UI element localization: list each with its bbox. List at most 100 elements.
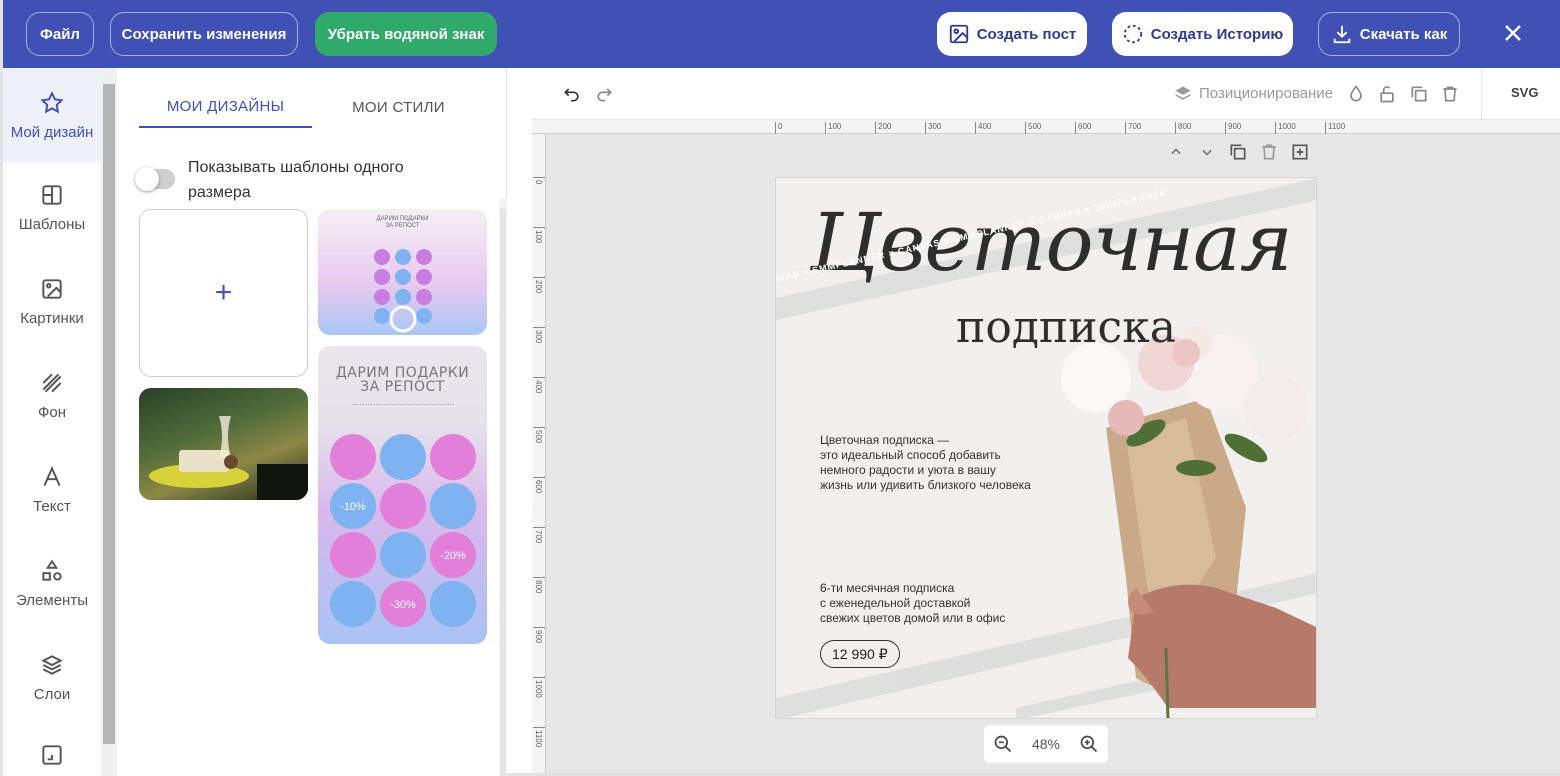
gift-circle [430, 483, 476, 529]
nav-scrollbar[interactable] [101, 68, 117, 776]
file-button[interactable]: Файл [26, 12, 94, 56]
design-price-badge[interactable]: 12 990 ₽ [820, 640, 900, 668]
design-thumbnail-gifts-large[interactable]: ДАРИМ ПОДАРКИ ЗА РЕПОСТ -10% -20% -30% [318, 346, 487, 644]
nav-templates[interactable]: Шаблоны [3, 162, 101, 252]
design-paragraph-line: жизнь или удивить близкого человека [820, 478, 1031, 492]
gift-circle [430, 581, 476, 627]
add-design-card[interactable]: + [139, 209, 308, 377]
duplicate-icon[interactable] [1409, 84, 1429, 104]
tab-my-designs[interactable]: МОИ ДИЗАЙНЫ [139, 86, 312, 128]
chevron-down-icon[interactable] [1197, 142, 1217, 162]
layers-icon [1175, 86, 1191, 100]
design-paragraph-1[interactable]: Цветочная подписка — это идеальный способ… [820, 433, 1031, 493]
ruler-tick-label: 300 [533, 327, 545, 367]
shapes-icon [42, 558, 62, 581]
close-icon[interactable] [1501, 21, 1525, 45]
nav-my-design-label: Мой дизайн [10, 123, 94, 141]
opacity-drop-icon[interactable] [1346, 84, 1366, 104]
nav-elements[interactable]: Элементы [3, 538, 101, 628]
nav-layers[interactable]: Слои [3, 632, 101, 722]
nav-templates-label: Шаблоны [18, 215, 86, 233]
ruler-tick-label: 800 [533, 577, 545, 617]
save-changes-label: Сохранить изменения [121, 25, 287, 43]
gift-circle [330, 532, 376, 578]
same-size-toggle-label: Показывать шаблоны одного размера [188, 159, 404, 201]
ruler-tick-text: 900 [534, 630, 543, 644]
design-script-title[interactable]: Цветочная [810, 196, 1293, 289]
save-changes-button[interactable]: Сохранить изменения [110, 12, 298, 56]
design-artboard[interactable]: Цветочная подписка Цветочная подписка — э… [775, 177, 1317, 719]
ruler-tick-text: 500 [534, 430, 543, 444]
positioning-button[interactable]: Позиционирование [1199, 85, 1333, 102]
tab-my-designs-label: МОИ ДИЗАЙНЫ [166, 97, 285, 115]
nav-elements-label: Элементы [16, 591, 88, 609]
ruler-tick-text: 600 [534, 480, 543, 494]
text-icon [43, 465, 61, 486]
ruler-tick-text: 300 [534, 330, 543, 344]
create-story-button[interactable]: Создать Историю [1112, 12, 1293, 56]
design-paragraph-2[interactable]: 6-ти месячная подписка с еженедельной дос… [820, 581, 1005, 626]
panel-scrollbar-thumb[interactable] [500, 208, 506, 776]
toolbar-divider [1481, 68, 1482, 120]
editor-toolbar: Позиционирование SVG [532, 68, 1560, 120]
gift-circle [430, 434, 476, 480]
create-post-button[interactable]: Создать пост [937, 12, 1087, 56]
nav-background[interactable]: Фон [3, 350, 101, 440]
duplicate-page-icon[interactable] [1228, 142, 1248, 162]
gift-circle-label: -10% [340, 501, 366, 513]
download-as-label: Скачать как [1359, 25, 1448, 43]
nav-text[interactable]: Текст [3, 444, 101, 534]
ruler-tick-label: 900 [1225, 122, 1241, 134]
ruler-tick-text: 200 [534, 280, 543, 294]
ruler-tick-label: 1000 [1275, 122, 1296, 134]
image-icon [949, 24, 968, 44]
gift-circle [380, 483, 426, 529]
download-as-button[interactable]: Скачать как [1318, 12, 1460, 56]
nav-scrollbar-thumb[interactable] [103, 84, 115, 744]
ruler-tick-label: 1100 [1325, 122, 1345, 134]
toggle-knob [135, 167, 159, 191]
unlock-icon[interactable] [1377, 84, 1397, 104]
gift-circle [380, 434, 426, 480]
same-size-toggle[interactable] [135, 167, 175, 191]
hatch-pattern-icon [42, 373, 62, 392]
trash-icon[interactable] [1440, 84, 1460, 104]
design-subtitle[interactable]: подписка [956, 302, 1176, 353]
design-paragraph-line: свежих цветов домой или в офис [820, 611, 1006, 625]
svg-export-button[interactable]: SVG [1511, 85, 1538, 100]
create-post-label: Создать пост [976, 25, 1077, 43]
zoom-out-icon[interactable] [993, 734, 1013, 754]
chevron-up-icon[interactable] [1166, 142, 1186, 162]
ruler-tick-label: 100 [533, 227, 545, 267]
ruler-tick-text: 100 [534, 230, 543, 244]
add-page-icon[interactable] [1290, 142, 1310, 162]
nav-resize[interactable] [3, 726, 101, 776]
nav-images[interactable]: Картинки [3, 256, 101, 346]
ruler-tick-label: 600 [533, 477, 545, 517]
left-nav: Мой дизайн Шаблоны Картинки Фон Текст Эл… [3, 68, 101, 776]
ruler-tick-label: 400 [975, 122, 991, 134]
resize-icon [42, 745, 62, 765]
template-icon [42, 184, 62, 205]
zoom-in-icon[interactable] [1079, 734, 1099, 754]
design-thumbnail-gifts-small[interactable]: ДАРИМ ПОДАРКИ ЗА РЕПОСТ [318, 209, 487, 335]
tab-my-styles[interactable]: МОИ СТИЛИ [312, 86, 485, 128]
design-paragraph-line: с еженедельной доставкой [820, 596, 971, 610]
gift-circle-label: -30% [390, 599, 416, 611]
design-thumbnail-photo[interactable] [139, 388, 308, 500]
nav-my-design[interactable]: Мой дизайн [3, 68, 101, 162]
remove-watermark-button[interactable]: Убрать водяной знак [315, 12, 497, 56]
ruler-tick-label: 0 [533, 177, 545, 217]
panel-scrollbar[interactable] [499, 198, 507, 776]
horizontal-ruler: 0 100 200 300 400 500 600 700 800 900 1000 1100 [532, 120, 1560, 134]
tab-my-styles-label: МОИ СТИЛИ [352, 98, 445, 116]
ruler-tick-label: 1100 [533, 727, 545, 767]
delete-page-icon[interactable] [1259, 142, 1279, 162]
redo-icon[interactable] [594, 84, 614, 104]
nav-layers-label: Слои [33, 685, 71, 703]
ruler-tick-label: 700 [533, 527, 545, 567]
undo-icon[interactable] [562, 84, 582, 104]
nav-background-label: Фон [37, 403, 67, 421]
ruler-tick-text: 400 [534, 380, 543, 394]
remove-watermark-label: Убрать водяной знак [327, 25, 485, 43]
